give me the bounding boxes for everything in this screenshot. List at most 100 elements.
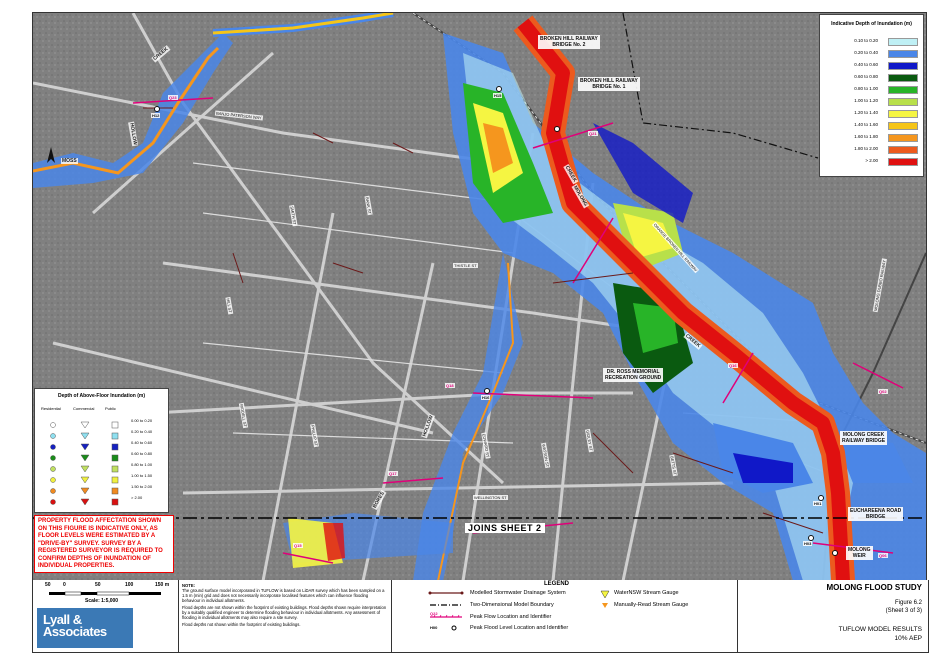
note-paragraph-2: Flood depths are not shown within the fo… bbox=[182, 605, 387, 620]
label-euchareena-road-bridge: EUCHAREENA ROAD BRIDGE bbox=[848, 507, 904, 521]
label-broken-hill-railway-bridge-1: BROKEN HILL RAILWAY BRIDGE No. 1 bbox=[578, 77, 640, 91]
depth-legend-swatch bbox=[888, 74, 918, 82]
above-floor-legend-row: 1.50 to 2.00 bbox=[35, 483, 168, 495]
sheet-number: (Sheet 3 of 3) bbox=[885, 608, 922, 614]
residential-circle-symbol bbox=[50, 422, 56, 428]
depth-legend-label: 1.80 to 2.00 bbox=[854, 146, 878, 151]
flow-id-q23: Q23 bbox=[168, 95, 178, 100]
above-floor-legend-row: 0.20 to 0.40 bbox=[35, 428, 168, 440]
map-sheet: BROKEN HILL RAILWAY BRIDGE No. 2 BROKEN … bbox=[0, 0, 940, 665]
depth-legend-row: 1.00 to 1.20 bbox=[828, 97, 920, 106]
depth-legend-swatch bbox=[888, 50, 918, 58]
above-floor-legend-row: 0.40 to 0.60 bbox=[35, 439, 168, 451]
scale-tick-150: 150 m bbox=[155, 582, 170, 588]
depth-legend-label: 1.60 to 1.80 bbox=[854, 134, 878, 139]
note-paragraph-3: Flood depths not shown within the footpr… bbox=[182, 622, 301, 627]
label-molong-creek-railway-bridge: MOLONG CREEK RAILWAY BRIDGE bbox=[840, 431, 888, 445]
property-affectation-warning: PROPERTY FLOOD AFFECTATION SHOWN ON THIS… bbox=[34, 515, 174, 573]
aep-label: 10% AEP bbox=[894, 635, 922, 642]
residential-circle-symbol bbox=[50, 477, 56, 483]
depth-legend-label: 0.80 to 1.00 bbox=[854, 86, 878, 91]
residential-circle-symbol bbox=[50, 433, 56, 439]
depth-legend-row: 1.20 to 1.40 bbox=[828, 109, 920, 118]
depth-legend-swatch bbox=[888, 122, 918, 130]
residential-circle-symbol bbox=[50, 466, 56, 472]
notes-panel: NOTE: The ground surface model incorpora… bbox=[178, 580, 392, 652]
lyall-associates-logo: Lyall & Associates bbox=[37, 608, 133, 648]
label-recreation-ground: DR. ROSS MEMORIAL RECREATION GROUND bbox=[603, 368, 664, 382]
residential-circle-symbol bbox=[50, 488, 56, 494]
depth-legend-swatch bbox=[888, 38, 918, 46]
depth-legend-label: 0.20 to 0.40 bbox=[854, 50, 878, 55]
results-title: TUFLOW MODEL RESULTS bbox=[838, 626, 922, 633]
above-floor-legend-row: 0.00 to 0.20 bbox=[35, 417, 168, 429]
scale-panel: 50 0 50 100 150 m Scale: 1:5,000 Lyall &… bbox=[33, 580, 179, 652]
flow-id-q02: Q02 bbox=[878, 389, 888, 394]
residential-circle-symbol bbox=[50, 455, 56, 461]
depth-legend-row: 1.60 to 1.80 bbox=[828, 133, 920, 142]
above-floor-legend-row: 0.80 to 1.00 bbox=[35, 461, 168, 473]
flow-id-q16: Q16 bbox=[728, 363, 738, 368]
residential-circle-symbol bbox=[50, 444, 56, 450]
depth-legend-label: 1.40 to 1.60 bbox=[854, 122, 878, 127]
label-wellington-st: WELLINGTON ST bbox=[473, 495, 508, 500]
header-public: Public bbox=[105, 406, 116, 411]
above-floor-legend-label: 0.00 to 0.20 bbox=[131, 418, 153, 423]
depth-legend-row: 1.80 to 2.00 bbox=[828, 145, 920, 154]
depth-legend-row: 1.40 to 1.60 bbox=[828, 121, 920, 130]
depth-legend-row: 0.80 to 1.00 bbox=[828, 85, 920, 94]
level-id-h03: H03 bbox=[803, 541, 813, 546]
depth-legend-swatch bbox=[888, 110, 918, 118]
flow-id-q18: Q18 bbox=[445, 383, 455, 388]
legend-item-manual-gauge: Manually-Read Stream Gauge bbox=[614, 602, 689, 608]
residential-circle-symbol bbox=[50, 499, 56, 505]
header-residential: Residential bbox=[41, 406, 61, 411]
flow-id-q06: Q06 bbox=[878, 553, 888, 558]
depth-legend-label: 0.60 to 0.80 bbox=[854, 74, 878, 79]
note-paragraph-1: The ground surface model incorporated in… bbox=[182, 588, 385, 603]
map-legend-panel: LEGEND Q22 H00 Modelled Stormwater Drain… bbox=[392, 580, 738, 652]
depth-legend-label: > 2.00 bbox=[865, 158, 878, 163]
scale-tick-100: 100 bbox=[125, 582, 134, 588]
depth-legend-row: 0.40 to 0.60 bbox=[828, 61, 920, 70]
depth-legend-swatch bbox=[888, 134, 918, 142]
level-id-h15: H15 bbox=[493, 93, 503, 98]
above-floor-legend-label: 0.60 to 0.80 bbox=[131, 451, 153, 456]
logo-line-2: Associates bbox=[43, 624, 107, 639]
header-commercial: Commercial bbox=[73, 406, 95, 411]
above-floor-legend-label: 0.20 to 0.40 bbox=[131, 429, 153, 434]
depth-legend-title: Indicative Depth of Inundation (m) bbox=[831, 21, 912, 27]
flow-id-q17: Q17 bbox=[388, 471, 398, 476]
label-moss: MOSS bbox=[61, 158, 78, 164]
depth-legend-label: 1.20 to 1.40 bbox=[854, 110, 878, 115]
above-floor-legend-label: 1.50 to 2.00 bbox=[131, 484, 153, 489]
scale-ratio: Scale: 1:5,000 bbox=[85, 598, 119, 604]
label-molong-weir: MOLONG WEIR bbox=[846, 546, 873, 560]
legend-item-waternsw-gauge: WaterNSW Stream Gauge bbox=[614, 590, 679, 596]
depth-legend-swatch bbox=[888, 62, 918, 70]
study-title: MOLONG FLOOD STUDY bbox=[826, 583, 922, 592]
level-id-h16: H16 bbox=[481, 395, 491, 400]
title-panel: MOLONG FLOOD STUDY Figure 6.2 (Sheet 3 o… bbox=[737, 580, 928, 652]
legend-h-tag: H00 bbox=[430, 625, 438, 630]
label-thistle-st: THISTLE ST bbox=[453, 263, 478, 268]
above-floor-legend: Depth of Above-Floor Inundation (m) Resi… bbox=[34, 388, 169, 513]
above-floor-legend-label: 0.80 to 1.00 bbox=[131, 462, 153, 467]
depth-legend-swatch bbox=[888, 86, 918, 94]
depth-legend-label: 0.40 to 0.60 bbox=[854, 62, 878, 67]
scale-tick-50a: 50 bbox=[45, 582, 51, 588]
joins-sheet-label: JOINS SHEET 2 bbox=[465, 523, 545, 533]
legend-item-peak-flow: Peak Flow Location and Identifier bbox=[470, 614, 552, 620]
depth-legend-swatch bbox=[888, 158, 918, 166]
above-floor-legend-label: > 2.00 bbox=[131, 495, 143, 500]
above-floor-legend-row: 1.00 to 1.50 bbox=[35, 472, 168, 484]
above-floor-legend-row: 0.60 to 0.80 bbox=[35, 450, 168, 462]
public-square-symbol bbox=[111, 498, 119, 506]
level-id-h12: H12 bbox=[151, 113, 161, 118]
above-floor-symbols bbox=[50, 498, 119, 506]
depth-legend: Indicative Depth of Inundation (m) 0.10 … bbox=[819, 14, 924, 177]
flow-id-q21: Q21 bbox=[588, 131, 598, 136]
commercial-triangle-symbol bbox=[80, 498, 90, 506]
flow-id-q15: Q15 bbox=[293, 543, 303, 548]
figure-number: Figure 6.2 bbox=[894, 600, 922, 606]
